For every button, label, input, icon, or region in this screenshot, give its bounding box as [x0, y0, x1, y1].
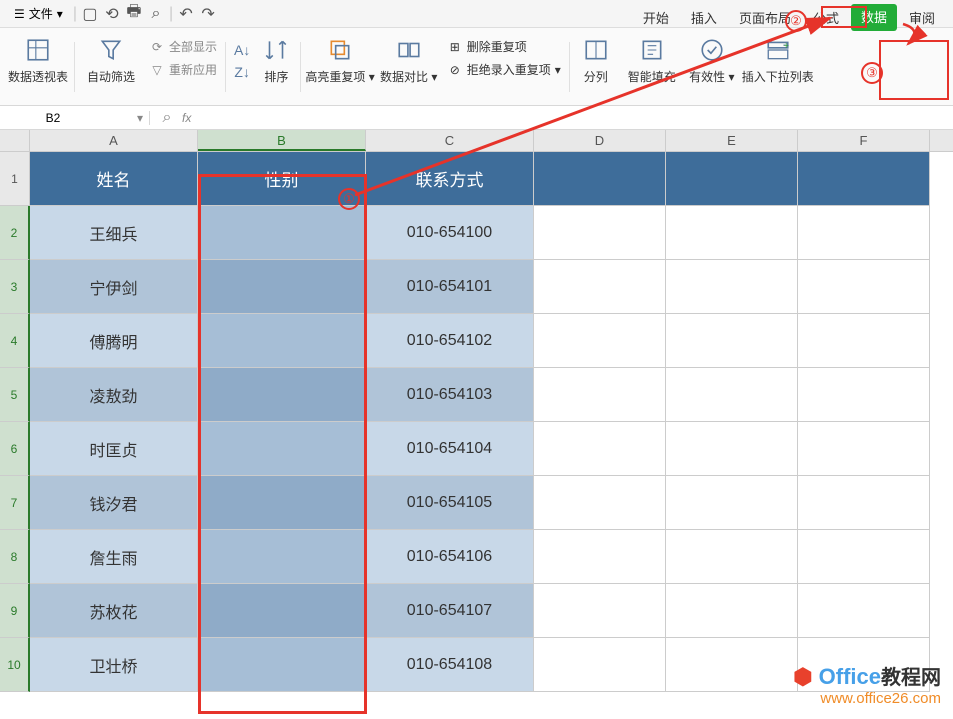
- reapply-button[interactable]: ▽重新应用: [145, 59, 221, 80]
- watermark-url: www.office26.com: [793, 690, 941, 707]
- col-header-A[interactable]: A: [30, 130, 198, 151]
- fx-icon[interactable]: fx: [182, 111, 191, 125]
- table-header-row: 姓名 性别 联系方式: [30, 152, 930, 206]
- header-name[interactable]: 姓名: [30, 152, 198, 206]
- showall-icon: ⟳: [149, 39, 165, 55]
- file-menu[interactable]: ☰ 文件 ▾: [8, 3, 69, 24]
- row-header-1[interactable]: 1: [0, 152, 30, 206]
- col-header-D[interactable]: D: [534, 130, 666, 151]
- print-icon[interactable]: 🖶: [125, 5, 143, 23]
- magnify-icon[interactable]: ⌕: [158, 109, 176, 127]
- table-row: 傅腾明 010-654102: [30, 314, 930, 368]
- column-headers: A B C D E F: [0, 130, 953, 152]
- ribbon-tabs: 开始 插入 页面布局 公式 数据 审阅: [633, 4, 945, 31]
- table-row: 时匡贞 010-654104: [30, 422, 930, 476]
- insert-dropdown-button[interactable]: + 插入下拉列表: [740, 36, 816, 85]
- funnel-icon: [97, 36, 125, 64]
- cell-gender[interactable]: [198, 206, 366, 260]
- watermark-brand: Office: [819, 664, 881, 689]
- data-compare-button[interactable]: 数据对比 ▾: [377, 36, 441, 85]
- tab-formula[interactable]: 公式: [803, 4, 849, 31]
- select-all-corner[interactable]: [0, 130, 30, 151]
- preview-icon[interactable]: ⌕: [147, 5, 165, 23]
- header-gender[interactable]: 性别: [198, 152, 366, 206]
- col-header-B[interactable]: B: [198, 130, 366, 151]
- tab-review[interactable]: 审阅: [899, 4, 945, 31]
- tab-data[interactable]: 数据: [851, 4, 897, 31]
- highlight-dup-icon: [326, 36, 354, 64]
- remove-dup-button[interactable]: ⊞删除重复项: [443, 36, 565, 57]
- name-box-dropdown-icon[interactable]: ▾: [137, 111, 143, 125]
- header-contact[interactable]: 联系方式: [366, 152, 534, 206]
- table-row: 王细兵 010-654100: [30, 206, 930, 260]
- row-header-5[interactable]: 5: [0, 368, 30, 422]
- row-header-9[interactable]: 9: [0, 584, 30, 638]
- row-header-2[interactable]: 2: [0, 206, 30, 260]
- autofilter-button[interactable]: 自动筛选: [79, 36, 143, 85]
- top-menu-bar: ☰ 文件 ▾ | ▢ ⟲ 🖶 ⌕ | ↶ ↷ 开始 插入 页面布局 公式 数据 …: [0, 0, 953, 28]
- tab-insert[interactable]: 插入: [681, 4, 727, 31]
- table-row: 凌敖劲 010-654103: [30, 368, 930, 422]
- dropdown-list-icon: +: [764, 36, 792, 64]
- tab-layout[interactable]: 页面布局: [729, 4, 801, 31]
- show-all-button[interactable]: ⟳全部显示: [145, 36, 221, 57]
- cells-area[interactable]: 姓名 性别 联系方式 王细兵 010-654100 宁伊剑 010-654101…: [30, 152, 930, 692]
- row-header-10[interactable]: 10: [0, 638, 30, 692]
- table-row: 宁伊剑 010-654101: [30, 260, 930, 314]
- row-header-6[interactable]: 6: [0, 422, 30, 476]
- row-header-7[interactable]: 7: [0, 476, 30, 530]
- smartfill-icon: [638, 36, 666, 64]
- remove-dup-icon: ⊞: [447, 39, 463, 55]
- formula-bar: ▾ ⌕ fx: [0, 106, 953, 130]
- highlight-dup-button[interactable]: 高亮重复项 ▾: [305, 36, 374, 85]
- watermark-logo-o: ⬢: [793, 664, 812, 689]
- svg-text:+: +: [783, 41, 789, 52]
- ribbon-toolbar: 数据透视表 自动筛选 ⟳全部显示 ▽重新应用 A↓ Z↓ 排序 高亮重复项 ▾ …: [0, 28, 953, 106]
- col-header-F[interactable]: F: [798, 130, 930, 151]
- spreadsheet-grid: A B C D E F 1 2 3 4 5 6 7 8 9 10 姓名 性别 联…: [0, 130, 953, 692]
- row-header-8[interactable]: 8: [0, 530, 30, 584]
- sort-button[interactable]: 排序: [256, 36, 296, 85]
- validation-button[interactable]: 有效性 ▾: [686, 36, 738, 85]
- chevron-down-icon: ▾: [57, 7, 63, 21]
- watermark: ⬢ Office教程网 www.office26.com: [793, 661, 941, 707]
- validation-icon: [698, 36, 726, 64]
- table-row: 钱汐君 010-654105: [30, 476, 930, 530]
- cell-reference-input[interactable]: [8, 111, 98, 125]
- col-header-E[interactable]: E: [666, 130, 798, 151]
- cell-name[interactable]: 王细兵: [30, 206, 198, 260]
- reject-dup-icon: ⊘: [447, 62, 463, 78]
- table-row: 詹生雨 010-654106: [30, 530, 930, 584]
- watermark-text: 教程网: [881, 667, 941, 689]
- sort-asc-button[interactable]: A↓: [230, 40, 254, 60]
- reapply-icon: ▽: [149, 62, 165, 78]
- name-box[interactable]: ▾: [0, 111, 150, 125]
- col-header-C[interactable]: C: [366, 130, 534, 151]
- text-to-columns-button[interactable]: 分列: [574, 36, 618, 85]
- tab-start[interactable]: 开始: [633, 4, 679, 31]
- smart-fill-button[interactable]: 智能填充: [620, 36, 684, 85]
- redo-icon[interactable]: ↷: [199, 5, 217, 23]
- split-icon: [582, 36, 610, 64]
- undo-icon[interactable]: ↶: [177, 5, 195, 23]
- save-icon[interactable]: ▢: [81, 5, 99, 23]
- hamburger-icon: ☰: [14, 7, 25, 21]
- row-header-3[interactable]: 3: [0, 260, 30, 314]
- reject-dup-button[interactable]: ⊘拒绝录入重复项 ▾: [443, 59, 565, 80]
- pivot-icon: [24, 36, 52, 64]
- print-preview-icon[interactable]: ⟲: [103, 5, 121, 23]
- pivot-table-button[interactable]: 数据透视表: [6, 36, 70, 85]
- row-headers: 1 2 3 4 5 6 7 8 9 10: [0, 152, 30, 692]
- cell-contact[interactable]: 010-654100: [366, 206, 534, 260]
- sort-icon: [262, 36, 290, 64]
- compare-icon: [395, 36, 423, 64]
- file-menu-label: 文件: [29, 5, 53, 22]
- row-header-4[interactable]: 4: [0, 314, 30, 368]
- table-row: 苏枚花 010-654107: [30, 584, 930, 638]
- sort-desc-button[interactable]: Z↓: [230, 62, 254, 82]
